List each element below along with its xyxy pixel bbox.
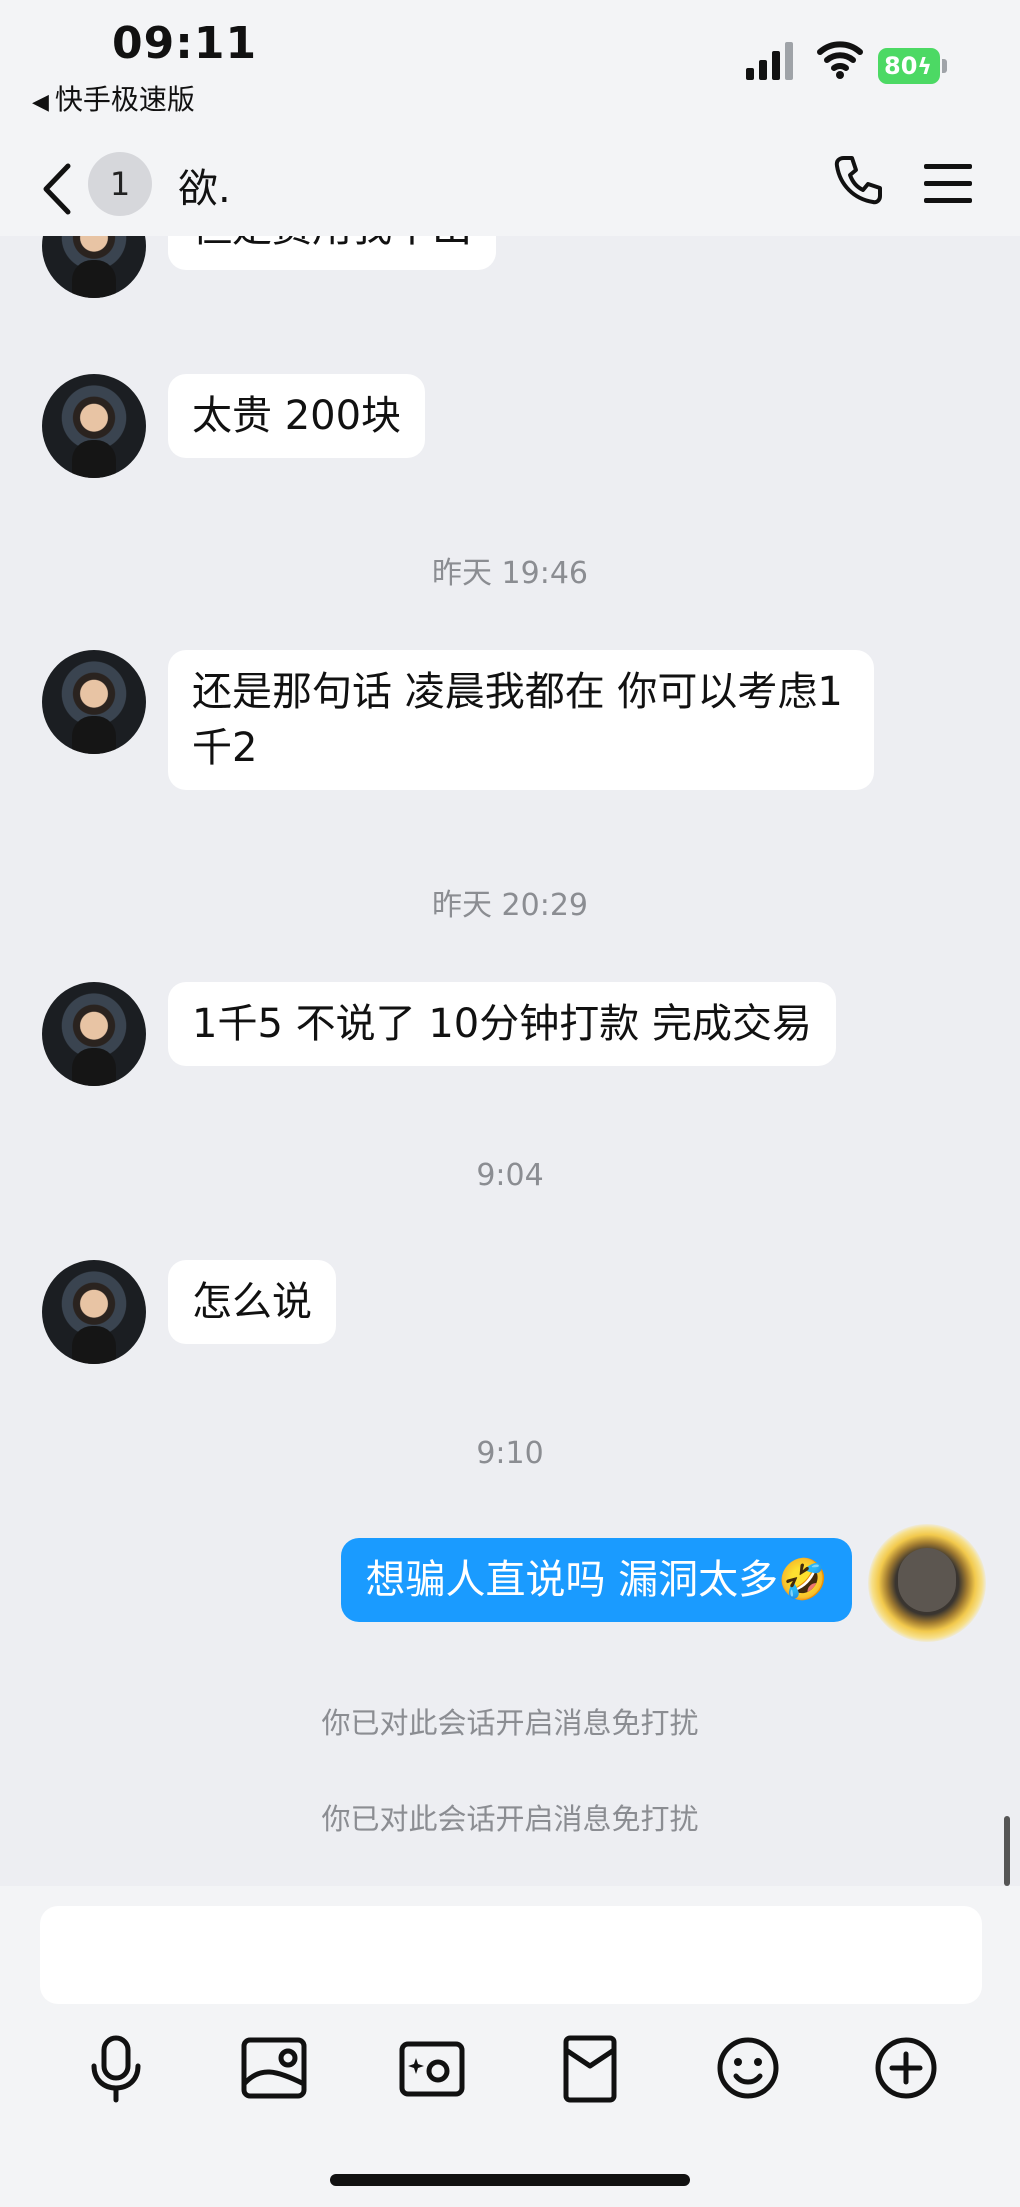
- back-chevron-icon[interactable]: [38, 160, 78, 218]
- image-icon[interactable]: [232, 2026, 316, 2110]
- unread-count-badge[interactable]: 1: [88, 152, 152, 216]
- received-message[interactable]: 1千5 不说了 10分钟打款 完成交易: [168, 982, 836, 1066]
- chat-title: 欲.: [178, 166, 231, 212]
- microphone-icon[interactable]: [74, 2026, 158, 2110]
- plus-icon[interactable]: [864, 2026, 948, 2110]
- charging-bolt-icon: ϟ: [917, 55, 932, 80]
- timestamp: 9:04: [476, 1158, 544, 1193]
- back-app-label: 快手极速版: [54, 83, 195, 116]
- wifi-icon: [817, 41, 863, 79]
- received-message[interactable]: 怎么说: [168, 1260, 336, 1344]
- received-message[interactable]: 但是费用我不出: [168, 236, 496, 270]
- received-message[interactable]: 还是那句话 凌晨我都在 你可以考虑1千2: [168, 650, 874, 790]
- menu-icon[interactable]: [922, 162, 974, 206]
- received-message[interactable]: 太贵 200块: [168, 374, 426, 458]
- chat-header: 1 欲.: [0, 140, 1020, 236]
- message-list[interactable]: 但是费用我不出 太贵 200块 昨天 19:46 还是那句话 凌晨我都在 你可以…: [0, 236, 1020, 1886]
- composer-area: [0, 1886, 1020, 2207]
- contact-avatar[interactable]: [42, 650, 146, 754]
- home-indicator[interactable]: [330, 2174, 690, 2186]
- timestamp: 昨天 20:29: [432, 888, 588, 923]
- contact-avatar[interactable]: [42, 374, 146, 478]
- contact-avatar[interactable]: [42, 982, 146, 1086]
- scrollbar[interactable]: [1004, 1816, 1010, 1886]
- back-to-app-link[interactable]: ◀ 快手极速版: [32, 78, 195, 118]
- contact-avatar[interactable]: [42, 1260, 146, 1364]
- battery-indicator: 80ϟ: [878, 48, 948, 86]
- phone-icon[interactable]: [830, 152, 886, 208]
- sent-message[interactable]: 想骗人直说吗 漏洞太多🤣: [341, 1538, 852, 1622]
- emoji-icon[interactable]: [706, 2026, 790, 2110]
- cellular-signal-icon: [746, 42, 793, 80]
- contact-avatar[interactable]: [42, 236, 146, 298]
- status-time: 09:11: [112, 18, 258, 69]
- timestamp: 昨天 19:46: [432, 556, 588, 591]
- message-input[interactable]: [40, 1906, 982, 2004]
- status-bar: 09:11 ◀ 快手极速版 80ϟ: [0, 0, 1020, 140]
- back-triangle-icon: ◀: [32, 90, 49, 115]
- red-packet-icon[interactable]: [548, 2026, 632, 2110]
- battery-level: 80: [884, 52, 918, 80]
- system-notice: 你已对此会话开启消息免打扰: [321, 1706, 699, 1740]
- camera-icon[interactable]: [390, 2026, 474, 2110]
- my-avatar[interactable]: [868, 1524, 986, 1642]
- system-notice: 你已对此会话开启消息免打扰: [321, 1802, 699, 1836]
- timestamp: 9:10: [476, 1436, 544, 1471]
